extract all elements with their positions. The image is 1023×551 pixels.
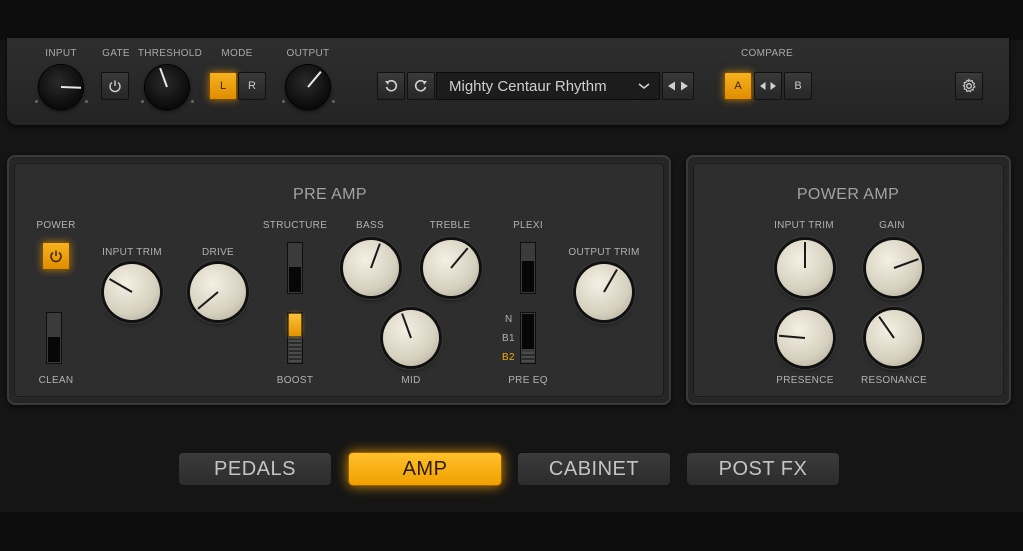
arrow-left-right-icon [760, 82, 776, 90]
undo-icon [385, 79, 398, 92]
top-strip [0, 0, 1023, 40]
settings-button[interactable] [955, 72, 983, 100]
resonance-knob[interactable] [866, 310, 922, 366]
plexi-label: PLEXI [513, 220, 543, 231]
pre-amp-title: PRE AMP [293, 186, 367, 203]
boost-label: BOOST [276, 375, 314, 386]
resonance-label: RESONANCE [860, 375, 928, 386]
knob-indicator [893, 258, 919, 269]
knob-indicator [804, 242, 806, 268]
switch-lever [48, 337, 60, 362]
power-label: POWER [36, 220, 76, 231]
tab-amp[interactable]: AMP [348, 452, 502, 486]
compare-label: COMPARE [741, 48, 793, 59]
boost-switch[interactable] [287, 312, 303, 364]
gear-icon [962, 78, 976, 93]
knob-indicator [109, 278, 133, 293]
treble-label: TREBLE [429, 220, 471, 231]
power-input-trim-knob[interactable] [777, 240, 833, 296]
arrow-left-right-icon [668, 81, 688, 91]
pre-eq-option-b2: B2 [502, 352, 515, 363]
gate-power-button[interactable] [101, 72, 129, 100]
mode-l-button[interactable]: L [209, 72, 237, 100]
switch-track [289, 339, 301, 362]
compare-b-button[interactable]: B [784, 72, 812, 100]
output-knob[interactable] [286, 65, 330, 109]
power-icon [109, 80, 121, 93]
preset-nav-button[interactable] [662, 72, 694, 100]
knob-min-dot [141, 100, 144, 103]
knob-min-dot [282, 100, 285, 103]
knob-indicator [60, 86, 81, 89]
threshold-knob[interactable] [145, 65, 189, 109]
power-icon [50, 250, 62, 263]
switch-lever [289, 267, 301, 292]
pre-eq-switch[interactable] [520, 312, 536, 364]
knob-indicator [878, 316, 895, 339]
knob-indicator [307, 71, 322, 88]
structure-switch[interactable] [287, 242, 303, 294]
input-label: INPUT [45, 48, 77, 59]
pre-eq-option-b1: B1 [502, 333, 515, 344]
bass-knob[interactable] [343, 240, 399, 296]
input-knob[interactable] [39, 65, 83, 109]
preset-selector[interactable]: Mighty Centaur Rhythm [436, 72, 660, 100]
power-input-trim-label: INPUT TRIM [774, 220, 834, 231]
drive-label: DRIVE [201, 247, 235, 258]
output-trim-label: OUTPUT TRIM [568, 247, 640, 258]
tab-cabinet[interactable]: CABINET [517, 452, 671, 486]
treble-knob[interactable] [423, 240, 479, 296]
gain-label: GAIN [879, 220, 905, 231]
bottom-strip [0, 512, 1023, 551]
knob-indicator [159, 68, 168, 88]
threshold-label: THRESHOLD [137, 48, 203, 59]
structure-label: STRUCTURE [262, 220, 328, 231]
knob-indicator [370, 243, 381, 269]
switch-lever [522, 352, 534, 362]
tab-pedals[interactable]: PEDALS [178, 452, 332, 486]
undo-button[interactable] [377, 72, 405, 100]
pre-amp-power-button[interactable] [42, 242, 70, 270]
knob-indicator [197, 291, 219, 310]
bass-label: BASS [356, 220, 384, 231]
preset-name: Mighty Centaur Rhythm [449, 77, 607, 95]
knob-indicator [603, 269, 618, 293]
clean-label: CLEAN [38, 375, 74, 386]
knob-indicator [450, 247, 469, 269]
presence-knob[interactable] [777, 310, 833, 366]
power-amp-title: POWER AMP [796, 186, 900, 203]
mid-knob[interactable] [383, 310, 439, 366]
mid-label: MID [401, 375, 421, 386]
mode-label: MODE [221, 48, 253, 59]
redo-icon [414, 79, 427, 92]
knob-max-dot [332, 100, 335, 103]
switch-track [522, 314, 534, 349]
output-trim-knob[interactable] [576, 264, 632, 320]
chevron-down-icon [638, 83, 650, 90]
gate-label: GATE [102, 48, 130, 59]
clean-switch[interactable] [46, 312, 62, 364]
pre-input-trim-knob[interactable] [104, 264, 160, 320]
knob-max-dot [85, 100, 88, 103]
knob-max-dot [191, 100, 194, 103]
switch-lever-lit [289, 314, 301, 336]
presence-label: PRESENCE [776, 375, 834, 386]
drive-knob[interactable] [190, 264, 246, 320]
knob-indicator [779, 334, 806, 339]
plexi-switch[interactable] [520, 242, 536, 294]
switch-lever [522, 261, 534, 292]
redo-button[interactable] [407, 72, 435, 100]
output-label: OUTPUT [286, 48, 330, 59]
tab-post-fx[interactable]: POST FX [686, 452, 840, 486]
compare-swap-button[interactable] [754, 72, 782, 100]
gain-knob[interactable] [866, 240, 922, 296]
pre-eq-label: PRE EQ [508, 375, 548, 386]
mode-r-button[interactable]: R [238, 72, 266, 100]
input-trim-label: INPUT TRIM [102, 247, 162, 258]
knob-min-dot [35, 100, 38, 103]
knob-indicator [401, 313, 412, 339]
pre-eq-option-n: N [505, 314, 513, 325]
compare-a-button[interactable]: A [724, 72, 752, 100]
